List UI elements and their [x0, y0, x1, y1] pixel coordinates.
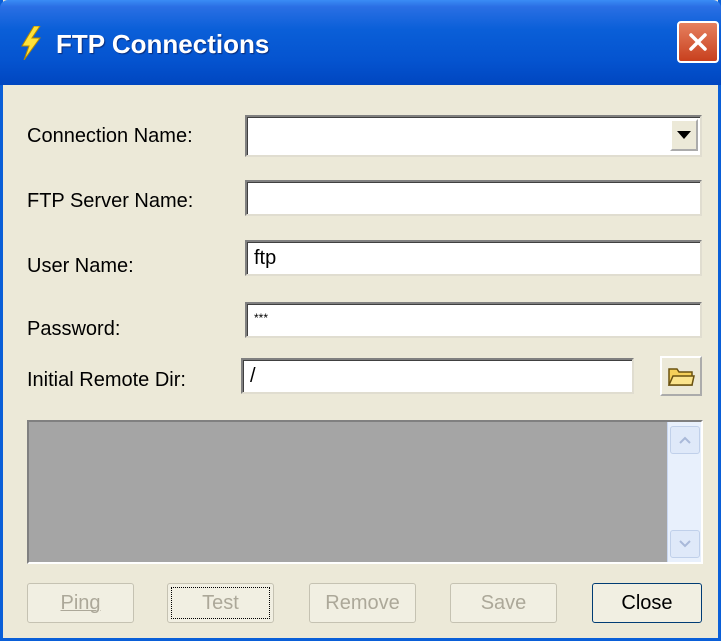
test-button[interactable]: Test	[167, 583, 274, 623]
status-log-area[interactable]	[27, 420, 703, 564]
remote-dir-field[interactable]: /	[241, 358, 634, 394]
close-button-label: Close	[621, 591, 673, 614]
close-icon	[689, 33, 707, 51]
server-name-field[interactable]	[245, 180, 702, 216]
save-button[interactable]: Save	[450, 583, 557, 623]
close-window-button[interactable]	[677, 21, 719, 63]
password-value[interactable]: ***	[247, 304, 700, 336]
test-button-label: Test	[202, 591, 239, 614]
connection-name-dropdown-button[interactable]	[670, 119, 698, 151]
save-button-label: Save	[480, 591, 527, 614]
chevron-down-icon	[679, 540, 691, 548]
scroll-up-button[interactable]	[670, 426, 700, 454]
chevron-up-icon	[679, 436, 691, 444]
ftp-connections-dialog: FTP Connections Connection Name: FTP Ser…	[0, 0, 721, 641]
lightning-icon	[21, 26, 41, 60]
user-name-label: User Name:	[27, 255, 134, 277]
server-name-value[interactable]	[247, 182, 700, 214]
connection-name-label: Connection Name:	[27, 125, 193, 147]
connection-name-combo[interactable]	[245, 115, 702, 157]
ping-button[interactable]: Ping	[27, 583, 134, 623]
close-button[interactable]: Close	[592, 583, 702, 623]
server-name-label: FTP Server Name:	[27, 190, 194, 212]
connection-name-value[interactable]	[247, 117, 700, 155]
title-bar[interactable]: FTP Connections	[0, 0, 721, 85]
remote-dir-value[interactable]: /	[243, 360, 632, 392]
window-title: FTP Connections	[56, 29, 270, 59]
remove-button[interactable]: Remove	[309, 583, 416, 623]
user-name-field[interactable]: ftp	[245, 240, 702, 276]
user-name-value[interactable]: ftp	[247, 242, 700, 274]
log-scrollbar[interactable]	[667, 422, 701, 562]
remote-dir-label: Initial Remote Dir:	[27, 369, 186, 391]
chevron-down-icon	[677, 130, 691, 139]
ping-button-label: Ping	[60, 591, 101, 614]
folder-icon	[667, 368, 695, 386]
browse-folder-button[interactable]	[660, 356, 702, 396]
password-field[interactable]: ***	[245, 302, 702, 338]
password-label: Password:	[27, 318, 121, 340]
remove-button-label: Remove	[325, 591, 400, 614]
scroll-down-button[interactable]	[670, 530, 700, 558]
